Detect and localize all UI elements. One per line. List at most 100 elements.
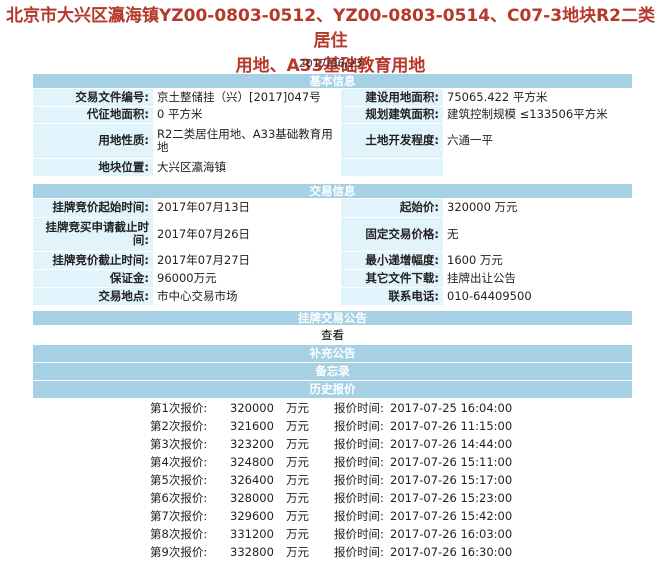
field-value: 75065.422 平方米 <box>443 89 632 107</box>
field-label: 交易地点: <box>33 287 153 305</box>
other-file-download-link[interactable]: 挂牌出让公告 <box>443 269 632 288</box>
bid-unit: 万元 <box>286 473 309 487</box>
field-label: 代征地面积: <box>33 106 153 124</box>
field-label: 挂牌竞价截止时间: <box>33 251 153 270</box>
bid-time: 2017-07-26 11:15:00 <box>390 419 513 433</box>
field-label: 保证金: <box>33 269 153 288</box>
bid-time: 2017-07-26 15:42:00 <box>390 509 513 523</box>
bid-price: 329600 <box>230 509 274 523</box>
section-trade-info-header: 交易信息 <box>33 184 632 198</box>
publish-date: 2017/06/23 <box>298 57 363 70</box>
history-row: 第5次报价: 326400 万元 报价时间: 2017-07-26 15:17:00 <box>150 471 512 489</box>
bid-index: 第4次报价: <box>150 455 208 469</box>
field-label: 用地性质: <box>33 123 153 159</box>
table-row: 交易地点: 市中心交易市场 联系电话: 010-64409500 <box>33 287 632 305</box>
bid-unit: 万元 <box>286 437 309 451</box>
history-row: 第3次报价: 323200 万元 报价时间: 2017-07-26 14:44:00 <box>150 435 512 453</box>
history-row: 第2次报价: 321600 万元 报价时间: 2017-07-26 11:15:00 <box>150 417 512 435</box>
field-label: 起始价: <box>341 199 443 218</box>
table-row: 交易文件编号: 京土整储挂（兴）[2017]047号 建设用地面积: 75065… <box>33 89 632 107</box>
bid-time-label: 报价时间: <box>334 437 384 451</box>
history-row: 第8次报价: 331200 万元 报价时间: 2017-07-26 16:03:00 <box>150 525 512 543</box>
field-value: 010-64409500 <box>443 287 632 305</box>
bid-index: 第6次报价: <box>150 491 208 505</box>
table-row: 挂牌竞价截止时间: 2017年07月27日 最小递增幅度: 1600 万元 <box>33 251 632 270</box>
bid-index: 第2次报价: <box>150 419 208 433</box>
trade-info-table: 挂牌竞价起始时间: 2017年07月13日 起始价: 320000 万元 挂牌竞… <box>33 199 632 305</box>
field-value: 1600 万元 <box>443 251 632 270</box>
bid-price: 332800 <box>230 545 274 559</box>
field-label: 其它文件下载: <box>341 269 443 288</box>
table-row: 挂牌竞买申请截止时间: 2017年07月26日 固定交易价格: 无 <box>33 217 632 252</box>
bid-index: 第9次报价: <box>150 545 208 559</box>
bid-unit: 万元 <box>286 401 309 415</box>
bid-unit: 万元 <box>286 419 309 433</box>
field-value: 2017年07月13日 <box>153 199 341 218</box>
field-label: 建设用地面积: <box>341 89 443 107</box>
field-value: 大兴区瀛海镇 <box>153 158 341 176</box>
supplement-notice-link[interactable]: 补充公告 <box>33 345 632 362</box>
bid-time: 2017-07-26 14:44:00 <box>390 437 513 451</box>
bid-price: 323200 <box>230 437 274 451</box>
field-value: 无 <box>443 217 632 252</box>
memo-link[interactable]: 备忘录 <box>33 363 632 380</box>
bid-time: 2017-07-26 15:11:00 <box>390 455 513 469</box>
section-listing-notice-header: 挂牌交易公告 <box>33 311 632 325</box>
bid-time-label: 报价时间: <box>334 491 384 505</box>
bid-time: 2017-07-26 16:03:00 <box>390 527 513 541</box>
bid-unit: 万元 <box>286 491 309 505</box>
bid-time: 2017-07-26 15:17:00 <box>390 473 513 487</box>
field-label: 固定交易价格: <box>341 217 443 252</box>
bid-time-label: 报价时间: <box>334 473 384 487</box>
bid-time-label: 报价时间: <box>334 401 384 415</box>
field-value: 市中心交易市场 <box>153 287 341 305</box>
bid-time-label: 报价时间: <box>334 419 384 433</box>
bid-index: 第7次报价: <box>150 509 208 523</box>
field-value: R2二类居住用地、A33基础教育用地 <box>153 123 341 159</box>
history-table: 第1次报价: 320000 万元 报价时间: 2017-07-25 16:04:00 第2… <box>150 399 512 561</box>
bid-time: 2017-07-26 15:23:00 <box>390 491 513 505</box>
field-label: 地块位置: <box>33 158 153 176</box>
field-label: 联系电话: <box>341 287 443 305</box>
view-link[interactable]: 查看 <box>33 327 632 343</box>
field-label: 最小递增幅度: <box>341 251 443 270</box>
field-value: 320000 万元 <box>443 199 632 218</box>
bid-time-label: 报价时间: <box>334 509 384 523</box>
bid-time-label: 报价时间: <box>334 455 384 469</box>
history-row: 第1次报价: 320000 万元 报价时间: 2017-07-25 16:04:00 <box>150 399 512 417</box>
bid-index: 第8次报价: <box>150 527 208 541</box>
bid-price: 328000 <box>230 491 274 505</box>
title-line-1: 北京市大兴区瀛海镇YZ00-0803-0512、YZ00-0803-0514、C… <box>5 6 655 51</box>
field-value: 2017年07月26日 <box>153 217 341 252</box>
bid-price: 331200 <box>230 527 274 541</box>
history-row: 第6次报价: 328000 万元 报价时间: 2017-07-26 15:23:00 <box>150 489 512 507</box>
bid-time-label: 报价时间: <box>334 545 384 559</box>
field-value: 京土整储挂（兴）[2017]047号 <box>153 89 341 107</box>
field-value: 建筑控制规模 ≤133506平方米 <box>443 106 632 124</box>
bid-index: 第5次报价: <box>150 473 208 487</box>
table-row: 用地性质: R2二类居住用地、A33基础教育用地 土地开发程度: 六通一平 <box>33 123 632 159</box>
field-label: 挂牌竞价起始时间: <box>33 199 153 218</box>
field-label: 挂牌竞买申请截止时间: <box>33 217 153 252</box>
table-row: 地块位置: 大兴区瀛海镇 <box>33 158 632 176</box>
history-row: 第9次报价: 332800 万元 报价时间: 2017-07-26 16:30:00 <box>150 543 512 561</box>
bid-time: 2017-07-26 16:30:00 <box>390 545 513 559</box>
section-basic-info-header: 基本信息 <box>33 74 632 88</box>
bid-price: 321600 <box>230 419 274 433</box>
bid-price: 326400 <box>230 473 274 487</box>
table-row: 代征地面积: 0 平方米 规划建筑面积: 建筑控制规模 ≤133506平方米 <box>33 106 632 124</box>
field-label <box>341 158 443 176</box>
bid-unit: 万元 <box>286 455 309 469</box>
bid-price: 324800 <box>230 455 274 469</box>
field-value <box>443 158 632 176</box>
field-value: 2017年07月27日 <box>153 251 341 270</box>
table-row: 挂牌竞价起始时间: 2017年07月13日 起始价: 320000 万元 <box>33 199 632 218</box>
bid-unit: 万元 <box>286 509 309 523</box>
table-row: 保证金: 96000万元 其它文件下载: 挂牌出让公告 <box>33 269 632 288</box>
basic-info-table: 交易文件编号: 京土整储挂（兴）[2017]047号 建设用地面积: 75065… <box>33 89 632 176</box>
history-row: 第7次报价: 329600 万元 报价时间: 2017-07-26 15:42:00 <box>150 507 512 525</box>
bid-unit: 万元 <box>286 527 309 541</box>
field-value: 六通一平 <box>443 123 632 159</box>
bid-time: 2017-07-25 16:04:00 <box>390 401 513 415</box>
field-value: 0 平方米 <box>153 106 341 124</box>
